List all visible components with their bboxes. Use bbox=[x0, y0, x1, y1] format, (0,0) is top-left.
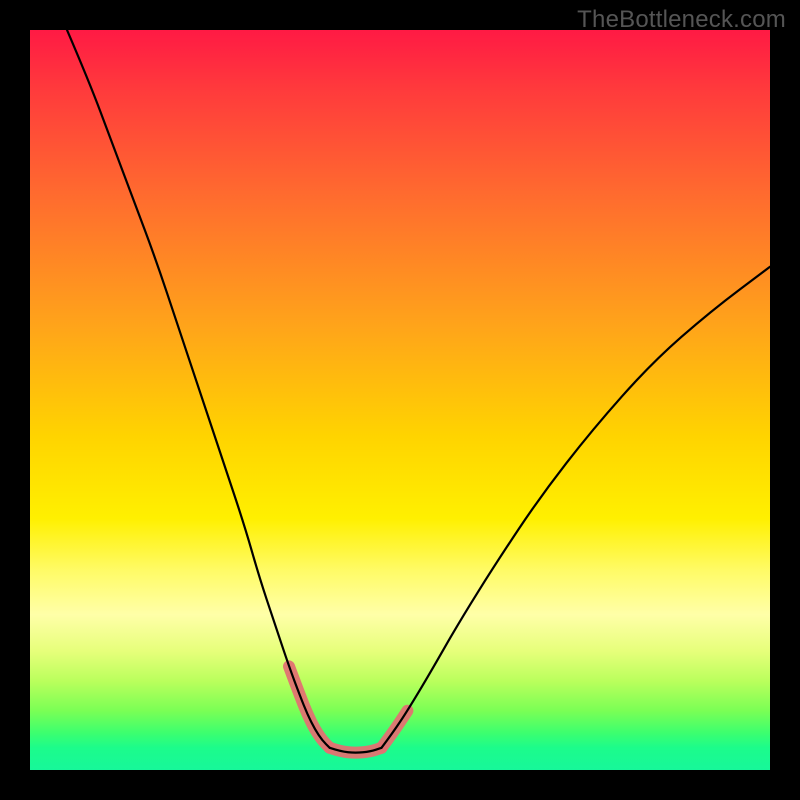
left-curve-line bbox=[67, 30, 330, 748]
right-curve-line bbox=[382, 267, 771, 748]
watermark-text: TheBottleneck.com bbox=[577, 6, 786, 34]
plot-area bbox=[30, 30, 770, 770]
curves-layer bbox=[30, 30, 770, 770]
highlight-left-descend-icon bbox=[289, 666, 330, 747]
chart-stage: TheBottleneck.com bbox=[0, 0, 800, 800]
